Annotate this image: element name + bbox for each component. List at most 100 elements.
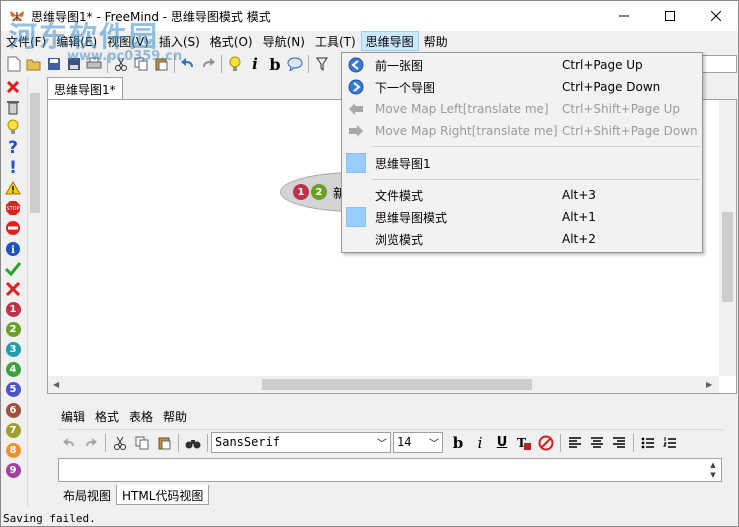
minimize-button[interactable] xyxy=(601,1,647,31)
font-family-select[interactable]: SansSerif ﹀ xyxy=(211,432,391,453)
note-menu-edit[interactable]: 编辑 xyxy=(56,408,90,425)
menu-help[interactable]: 帮助 xyxy=(419,31,453,51)
open-file-icon[interactable] xyxy=(24,54,44,74)
note-view-tabs: 布局视图 HTML代码视图 xyxy=(58,485,210,505)
strikethrough-icon[interactable] xyxy=(535,432,557,454)
tab-mindmap-1[interactable]: 思维导图1* xyxy=(47,77,123,99)
text-color-icon[interactable]: T xyxy=(513,432,535,454)
note-menu-help[interactable]: 帮助 xyxy=(158,408,192,425)
menu-item-file-mode[interactable]: 文件模式 Alt+3 xyxy=(342,184,702,206)
priority-7-icon[interactable]: 7 xyxy=(3,420,23,440)
selected-square xyxy=(346,153,366,173)
note-underline-button[interactable]: U xyxy=(491,432,513,454)
numbered-list-icon[interactable] xyxy=(659,432,681,454)
trash-icon[interactable] xyxy=(3,97,23,117)
note-menu-bar: 编辑 格式 表格 帮助 xyxy=(56,408,192,425)
menu-item-next-map[interactable]: 下一个导图 Ctrl+Page Down xyxy=(342,76,702,98)
priority-1-icon[interactable]: 1 xyxy=(3,299,23,319)
menu-item-browse-mode[interactable]: 浏览模式 Alt+2 xyxy=(342,228,702,250)
toolbar-separator xyxy=(207,433,208,452)
align-left-icon[interactable] xyxy=(564,432,586,454)
bullet-list-icon[interactable] xyxy=(637,432,659,454)
priority-9-icon[interactable]: 9 xyxy=(3,461,23,481)
svg-text:STOP: STOP xyxy=(6,206,19,212)
idea-icon[interactable] xyxy=(3,117,23,137)
align-center-icon[interactable] xyxy=(586,432,608,454)
priority-6-icon[interactable]: 6 xyxy=(3,400,23,420)
note-area-spinner[interactable]: ▲ ▼ xyxy=(707,460,719,480)
back-circle-icon xyxy=(346,55,366,75)
priority-2-icon: 2 xyxy=(311,184,327,200)
note-menu-format[interactable]: 格式 xyxy=(90,408,124,425)
selected-square xyxy=(346,207,366,227)
warning-icon[interactable] xyxy=(3,178,23,198)
note-redo-icon[interactable] xyxy=(80,432,102,454)
info-icon[interactable]: i xyxy=(3,239,23,259)
font-size-select[interactable]: 14 ﹀ xyxy=(393,432,443,453)
note-cut-icon[interactable] xyxy=(109,432,131,454)
find-binoculars-icon[interactable] xyxy=(182,432,204,454)
italic-icon[interactable]: i xyxy=(245,54,265,74)
scroll-left-icon[interactable]: ◀ xyxy=(53,380,59,389)
close-icon xyxy=(711,11,721,21)
menu-item-mindmap-mode[interactable]: 思维导图模式 Alt+1 xyxy=(342,206,702,228)
menu-item-previous-map[interactable]: 前一张图 Ctrl+Page Up xyxy=(342,54,702,76)
canvas-horizontal-scrollbar[interactable]: ◀ ▶ xyxy=(48,376,719,393)
tab-html-code-view[interactable]: HTML代码视图 xyxy=(116,485,210,505)
priority-8-icon[interactable]: 8 xyxy=(3,440,23,460)
scroll-right-icon[interactable]: ▶ xyxy=(706,380,712,389)
menu-item-move-map-left[interactable]: Move Map Left[translate me] Ctrl+Shift+P… xyxy=(342,98,702,120)
chevron-down-icon: ﹀ xyxy=(377,439,387,450)
menu-format[interactable]: 格式(O) xyxy=(205,31,258,51)
font-size-value: 14 xyxy=(397,435,412,449)
note-paste-icon[interactable] xyxy=(153,432,175,454)
horizontal-scroll-thumb[interactable] xyxy=(262,379,532,390)
filter-icon[interactable] xyxy=(312,54,332,74)
priority-1-icon: 1 xyxy=(293,184,309,200)
maximize-button[interactable] xyxy=(647,1,693,31)
delete-x-icon[interactable] xyxy=(3,77,23,97)
question-icon[interactable]: ? xyxy=(3,138,23,158)
priority-4-icon[interactable]: 4 xyxy=(3,360,23,380)
note-undo-icon[interactable] xyxy=(58,432,80,454)
tab-layout-view[interactable]: 布局视图 xyxy=(58,485,116,505)
align-right-icon[interactable] xyxy=(608,432,630,454)
menu-separator xyxy=(372,179,700,180)
cross-icon[interactable] xyxy=(3,279,23,299)
no-entry-icon[interactable] xyxy=(3,218,23,238)
palette-scrollbar[interactable] xyxy=(27,77,41,507)
menu-item-mindmap-1[interactable]: 思维导图1 xyxy=(342,152,702,174)
menu-tools[interactable]: 工具(T) xyxy=(310,31,361,51)
exclamation-icon[interactable]: ! xyxy=(3,158,23,178)
redo-icon[interactable] xyxy=(198,54,218,74)
priority-3-icon[interactable]: 3 xyxy=(3,339,23,359)
watermark-url: www.pc0359.cn xyxy=(67,49,183,64)
menu-navigate[interactable]: 导航(N) xyxy=(258,31,310,51)
new-file-icon[interactable] xyxy=(4,54,24,74)
note-text-area[interactable]: ▲ ▼ xyxy=(58,458,722,482)
zoom-combo[interactable] xyxy=(701,55,737,73)
priority-5-icon[interactable]: 5 xyxy=(3,380,23,400)
menu-item-move-map-right[interactable]: Move Map Right[translate me] Ctrl+Shift+… xyxy=(342,120,702,142)
status-bar: Saving failed. xyxy=(3,512,96,525)
menu-insert[interactable]: 插入(S) xyxy=(154,31,205,51)
panel-splitter[interactable] xyxy=(47,395,737,401)
save-icon[interactable] xyxy=(44,54,64,74)
palette-scroll-thumb[interactable] xyxy=(30,93,40,213)
lightbulb-icon[interactable] xyxy=(225,54,245,74)
close-button[interactable] xyxy=(693,1,739,31)
menu-maps[interactable]: 思维导图 xyxy=(360,31,419,51)
speech-bubble-icon[interactable] xyxy=(285,54,305,74)
check-icon[interactable] xyxy=(3,259,23,279)
canvas-vertical-scrollbar[interactable] xyxy=(719,100,736,376)
vertical-scroll-thumb[interactable] xyxy=(722,212,733,302)
note-copy-icon[interactable] xyxy=(131,432,153,454)
note-menu-table[interactable]: 表格 xyxy=(124,408,158,425)
svg-text:i: i xyxy=(11,245,15,256)
stop-icon[interactable]: STOP xyxy=(3,198,23,218)
note-bold-button[interactable]: b xyxy=(447,432,469,454)
priority-2-icon[interactable]: 2 xyxy=(3,319,23,339)
note-editor-panel: 编辑 格式 表格 帮助 SansSerif ﹀ 14 ﹀ b i U T ▲ ▼… xyxy=(56,403,726,507)
bold-icon[interactable]: b xyxy=(265,54,285,74)
note-italic-button[interactable]: i xyxy=(469,432,491,454)
